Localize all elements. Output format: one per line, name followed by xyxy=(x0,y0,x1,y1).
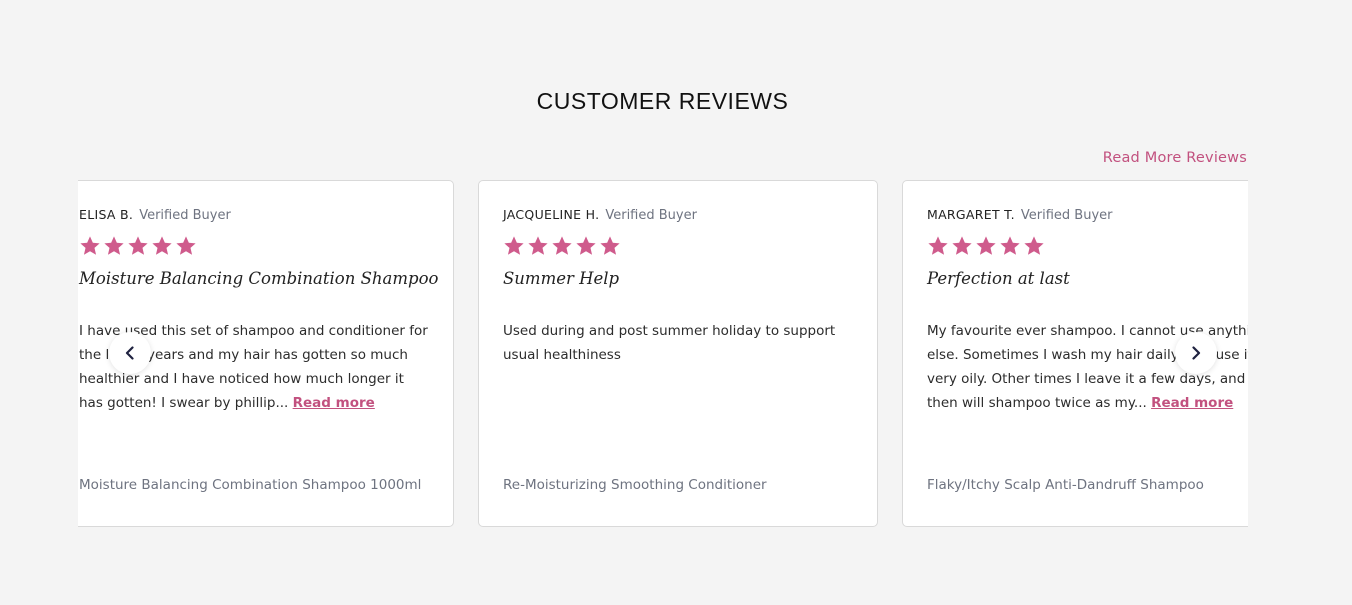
star-icon xyxy=(175,235,197,259)
star-icon xyxy=(575,235,597,259)
carousel-track: ELISA B. Verified Buyer Moisture Balanci… xyxy=(78,180,1248,527)
read-more-reviews-link[interactable]: Read More Reviews xyxy=(1103,150,1247,166)
verified-buyer-label: Verified Buyer xyxy=(605,208,697,223)
verified-buyer-label: Verified Buyer xyxy=(139,208,231,223)
star-icon xyxy=(103,235,125,259)
star-icon xyxy=(999,235,1021,259)
star-rating xyxy=(503,235,853,259)
star-icon xyxy=(79,235,101,259)
reviewed-product-name[interactable]: Moisture Balancing Combination Shampoo 1… xyxy=(79,477,421,493)
reviewer-name: MARGARET T. xyxy=(927,207,1015,222)
reviews-carousel: ELISA B. Verified Buyer Moisture Balanci… xyxy=(78,180,1248,528)
star-icon xyxy=(975,235,997,259)
read-more-link[interactable]: Read more xyxy=(1151,395,1233,411)
read-more-link[interactable]: Read more xyxy=(293,395,375,411)
carousel-next-button[interactable] xyxy=(1175,332,1217,374)
star-icon xyxy=(599,235,621,259)
star-icon xyxy=(151,235,173,259)
review-title: Moisture Balancing Combination Shampoo xyxy=(79,269,439,288)
reviewer-name: ELISA B. xyxy=(79,207,134,222)
star-rating xyxy=(79,235,429,259)
verified-buyer-label: Verified Buyer xyxy=(1020,208,1113,223)
star-icon xyxy=(951,235,973,259)
review-body: Used during and post summer holiday to s… xyxy=(503,319,853,415)
review-title: Summer Help xyxy=(503,269,620,288)
chevron-left-icon xyxy=(123,346,137,360)
reviewer-row: MARGARET T. Verified Buyer xyxy=(927,207,1248,225)
chevron-right-icon xyxy=(1189,346,1203,360)
review-title: Perfection at last xyxy=(927,269,1070,288)
reviewed-product-name[interactable]: Re-Moisturizing Smoothing Conditioner xyxy=(503,477,767,493)
carousel-prev-button[interactable] xyxy=(109,332,151,374)
star-icon xyxy=(127,235,149,259)
star-icon xyxy=(551,235,573,259)
reviewer-row: ELISA B. Verified Buyer xyxy=(79,207,429,225)
reviewer-name: JACQUELINE H. xyxy=(503,207,600,222)
reviewed-product-name[interactable]: Flaky/Itchy Scalp Anti-Dandruff Shampoo xyxy=(927,477,1204,493)
star-icon xyxy=(1023,235,1045,259)
reviewer-row: JACQUELINE H. Verified Buyer xyxy=(503,207,853,225)
review-card: JACQUELINE H. Verified Buyer Summer Help… xyxy=(478,180,878,527)
star-icon xyxy=(927,235,949,259)
star-rating xyxy=(927,235,1248,259)
section-title: CUSTOMER REVIEWS xyxy=(536,88,789,114)
review-text: Used during and post summer holiday to s… xyxy=(503,323,836,363)
star-icon xyxy=(527,235,549,259)
star-icon xyxy=(503,235,525,259)
